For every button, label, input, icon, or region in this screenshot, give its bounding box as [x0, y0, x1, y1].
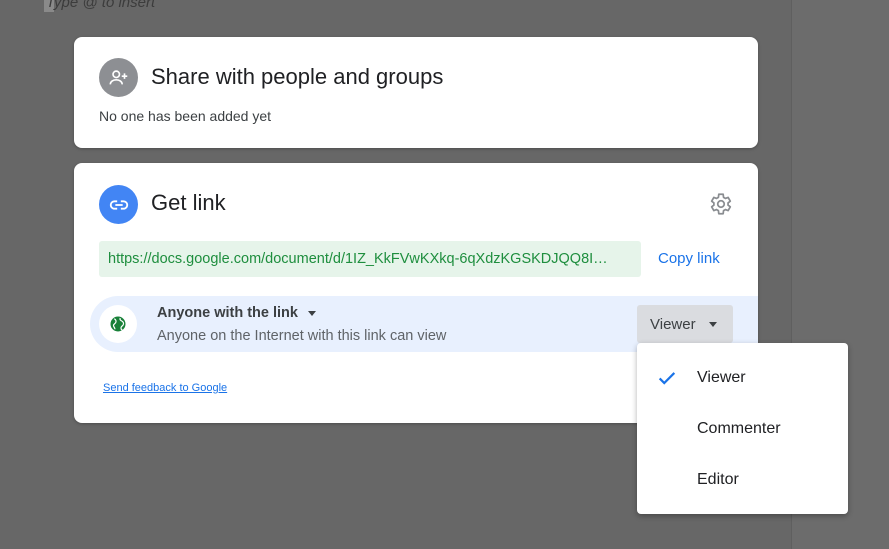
menu-item-commenter[interactable]: Commenter — [637, 403, 848, 454]
share-people-card: Share with people and groups No one has … — [74, 37, 758, 148]
check-icon — [658, 372, 676, 385]
role-dropdown-button[interactable]: Viewer — [637, 305, 733, 343]
menu-item-label: Viewer — [697, 368, 746, 386]
share-url-text: https://docs.google.com/document/d/1IZ_K… — [108, 251, 608, 267]
role-menu: Viewer Commenter Editor — [637, 343, 848, 514]
menu-item-label: Commenter — [697, 419, 781, 437]
document-insert-hint: Type @ to insert — [46, 0, 156, 11]
menu-item-editor[interactable]: Editor — [637, 454, 848, 505]
menu-item-label: Editor — [697, 470, 739, 488]
chevron-down-icon — [708, 321, 717, 327]
send-feedback-link[interactable]: Send feedback to Google — [103, 382, 227, 394]
share-url-field[interactable]: https://docs.google.com/document/d/1IZ_K… — [99, 241, 641, 277]
share-empty-message: No one has been added yet — [99, 108, 272, 124]
get-link-title: Get link — [151, 190, 226, 215]
share-card-title: Share with people and groups — [151, 64, 444, 89]
link-icon — [99, 185, 138, 224]
menu-item-viewer[interactable]: Viewer — [637, 352, 848, 403]
globe-icon — [99, 305, 137, 343]
add-person-icon — [99, 58, 138, 97]
link-access-description: Anyone on the Internet with this link ca… — [157, 328, 447, 344]
role-dropdown-label: Viewer — [650, 315, 696, 333]
chevron-down-icon — [307, 310, 316, 316]
gear-icon[interactable] — [707, 191, 733, 217]
link-access-label: Anyone with the link — [157, 305, 298, 321]
link-access-dropdown[interactable]: Anyone with the link — [157, 305, 316, 321]
copy-link-button[interactable]: Copy link — [658, 250, 720, 267]
